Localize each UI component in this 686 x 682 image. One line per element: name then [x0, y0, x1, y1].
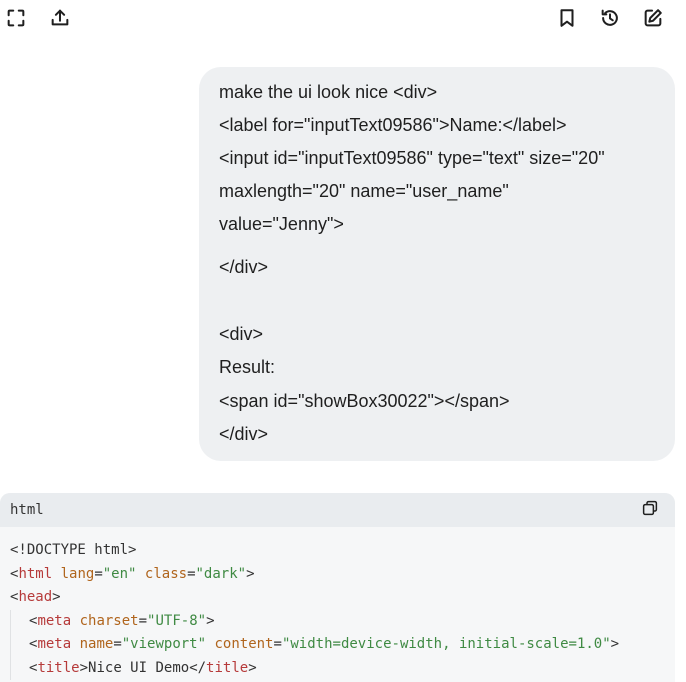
- message-line: make the ui look nice <div>: [219, 82, 438, 102]
- edit-button[interactable]: [639, 6, 667, 34]
- expand-button[interactable]: [2, 6, 30, 34]
- code-line: <meta charset="UTF-8">: [10, 609, 665, 633]
- code-language-label: html: [10, 502, 44, 518]
- share-button[interactable]: [46, 6, 74, 34]
- message-line: </div>: [219, 424, 269, 444]
- message-line: <span id="showBox30022"></span>: [219, 391, 510, 411]
- code-content: <!DOCTYPE html> <html lang="en" class="da…: [0, 527, 675, 680]
- code-header: html: [0, 493, 675, 527]
- chat-page: make the ui look nice <div> <label for="…: [0, 0, 686, 682]
- bookmark-button[interactable]: [553, 6, 581, 34]
- code-line: <head>: [10, 589, 61, 605]
- message-line: Result:: [219, 357, 276, 377]
- copy-code-button[interactable]: [639, 499, 661, 521]
- expand-icon: [5, 7, 27, 34]
- share-icon: [49, 7, 71, 34]
- code-line: <meta name="viewport" content="width=dev…: [10, 633, 665, 657]
- message-line: maxlength="20" name="user_name": [219, 181, 509, 201]
- message-line: value="Jenny">: [219, 214, 344, 234]
- bookmark-icon: [556, 7, 578, 34]
- code-line: <!DOCTYPE html>: [10, 542, 137, 558]
- history-button[interactable]: [596, 6, 624, 34]
- code-line: <title>Nice UI Demo</title>: [10, 656, 665, 680]
- message-line: </div>: [219, 257, 269, 277]
- history-icon: [599, 7, 621, 34]
- user-message-bubble: make the ui look nice <div> <label for="…: [199, 67, 675, 461]
- copy-icon: [641, 499, 659, 522]
- edit-icon: [642, 7, 664, 34]
- message-line: <input id="inputText09586" type="text" s…: [219, 148, 605, 168]
- message-line: <div>: [219, 324, 264, 344]
- code-line: <html lang="en" class="dark">: [10, 565, 255, 582]
- code-block: html <!DOCTYPE html> <html lang="en" clas…: [0, 493, 675, 682]
- message-line: <label for="inputText09586">Name:</label…: [219, 115, 567, 135]
